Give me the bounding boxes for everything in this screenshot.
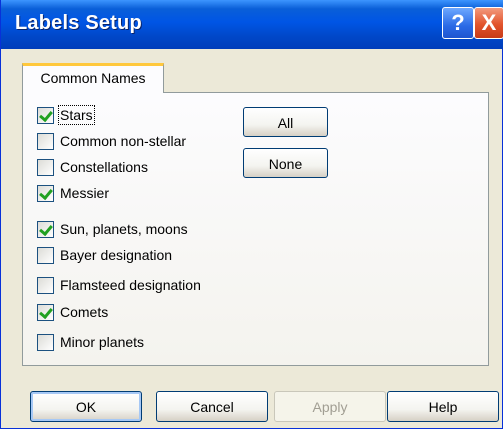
close-button[interactable]: X (474, 7, 503, 39)
help-button[interactable]: Help (387, 391, 499, 422)
checkbox-messier-box[interactable] (37, 184, 54, 202)
checkbox-messier[interactable]: Messier (37, 183, 109, 203)
checkbox-sun-planets-moons-label: Sun, planets, moons (60, 221, 188, 237)
checkbox-comets[interactable]: Comets (37, 302, 108, 322)
checkbox-stars-label: Stars (58, 105, 95, 125)
tab-common-names[interactable]: Common Names (22, 63, 164, 93)
labels-setup-dialog: Labels Setup ? X Common Names Stars Comm… (0, 0, 503, 429)
checkbox-sun-planets-moons[interactable]: Sun, planets, moons (37, 219, 188, 239)
checkbox-comets-label: Comets (60, 304, 109, 320)
checkbox-flamsteed-designation[interactable]: Flamsteed designation (37, 275, 201, 295)
ok-button[interactable]: OK (30, 391, 142, 422)
checkbox-common-non-stellar-label: Common non-stellar (60, 133, 187, 149)
cancel-button[interactable]: Cancel (156, 391, 268, 422)
apply-button[interactable]: Apply (274, 391, 386, 422)
checkbox-sun-planets-moons-box[interactable] (37, 220, 54, 238)
checkbox-comets-box[interactable] (37, 303, 54, 321)
checkbox-bayer-designation-label: Bayer designation (60, 247, 173, 263)
checkbox-messier-label: Messier (60, 185, 110, 201)
checkbox-common-non-stellar-box[interactable] (37, 132, 54, 150)
checkbox-minor-planets-box[interactable] (37, 333, 54, 351)
checkbox-stars[interactable]: Stars (37, 105, 95, 125)
window-title: Labels Setup (15, 12, 142, 34)
checkbox-minor-planets[interactable]: Minor planets (37, 332, 144, 352)
checkbox-flamsteed-designation-label: Flamsteed designation (60, 277, 201, 293)
none-button[interactable]: None (243, 148, 328, 178)
checkbox-common-non-stellar[interactable]: Common non-stellar (37, 131, 186, 151)
checkbox-constellations-box[interactable] (37, 158, 54, 176)
checkbox-flamsteed-designation-box[interactable] (37, 276, 54, 294)
checkbox-bayer-designation-box[interactable] (37, 246, 54, 264)
checkbox-stars-box[interactable] (37, 106, 54, 124)
help-titlebar-button[interactable]: ? (442, 7, 474, 39)
all-button[interactable]: All (243, 107, 328, 137)
checkbox-constellations-label: Constellations (60, 159, 148, 175)
checkbox-minor-planets-label: Minor planets (60, 334, 145, 350)
checkbox-bayer-designation[interactable]: Bayer designation (37, 245, 172, 265)
title-bar[interactable]: Labels Setup ? X (1, 0, 503, 49)
checkbox-constellations[interactable]: Constellations (37, 157, 148, 177)
